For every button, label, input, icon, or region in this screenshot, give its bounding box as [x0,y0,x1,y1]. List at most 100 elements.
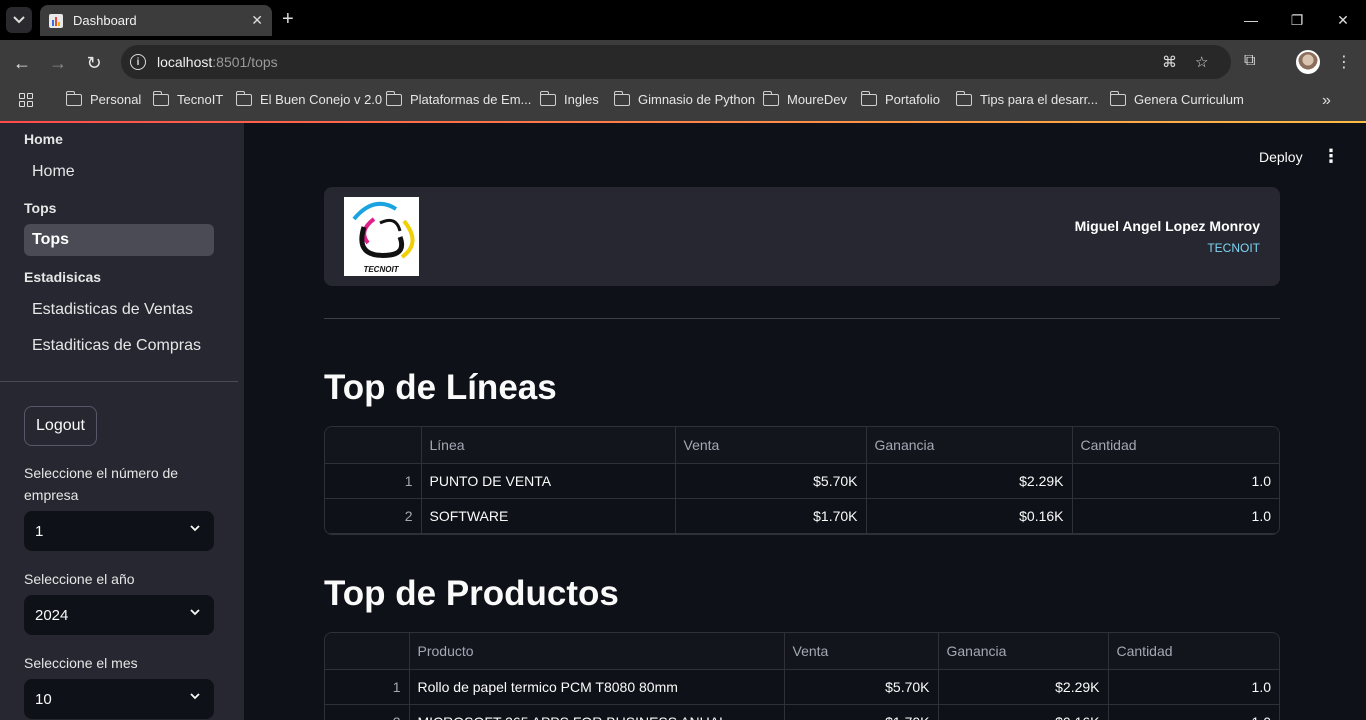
bookmark-item[interactable]: Tips para el desarr... [955,90,1098,107]
window-close-icon[interactable]: ✕ [1320,0,1366,40]
bookmarks-bar: Personal TecnoIT El Buen Conejo v 2.0 Pl… [0,85,1366,121]
column-header-cantidad[interactable]: Cantidad [1108,633,1279,670]
table-cell[interactable]: PUNTO DE VENTA [421,463,676,499]
table-row: 1 PUNTO DE VENTA $5.70K $2.29K 1.0 [325,463,1279,499]
logout-button[interactable]: Logout [24,406,97,446]
nav-section-tops: Tops [24,200,57,216]
year-select-label: Seleccione el año [24,571,135,587]
sidebar-item-estadisticas-compras[interactable]: Estaditicas de Compras [24,330,214,362]
bookmark-item[interactable]: El Buen Conejo v 2.0 [235,90,382,107]
sidebar-item-estadisticas-ventas[interactable]: Estadisticas de Ventas [24,294,214,326]
year-select[interactable]: 2024 [24,595,214,635]
table-cell[interactable]: 1.0 [1072,498,1279,534]
table-cell[interactable]: 1.0 [1072,463,1279,499]
table-cell[interactable]: $5.70K [675,463,867,499]
tecnoit-logo: TECNOIT [344,197,419,276]
column-header-index[interactable] [325,633,410,670]
table-cell[interactable]: $0.16K [866,498,1073,534]
svg-text:TECNOIT: TECNOIT [363,265,399,274]
column-header-venta[interactable]: Venta [784,633,939,670]
table-cell[interactable]: 1.0 [1108,704,1279,720]
column-header-cantidad[interactable]: Cantidad [1072,427,1279,464]
bookmark-item[interactable]: Plataformas de Em... [385,90,531,107]
bookmark-item[interactable]: Genera Curriculum [1109,90,1244,107]
table-cell[interactable]: $1.70K [675,498,867,534]
productos-title: Top de Productos [324,574,619,613]
nav-section-estadisticas: Estadisicas [24,269,102,285]
bookmark-item[interactable]: Portafolio [860,90,940,107]
sidebar: Home Home Tops Tops Estadisicas Estadist… [0,123,244,720]
column-header-index[interactable] [325,427,422,464]
chevron-down-icon [190,693,200,700]
table-cell[interactable]: $1.70K [784,704,939,720]
table-cell[interactable]: $5.70K [784,669,939,705]
restore-icon[interactable]: ❐ [1274,0,1320,40]
reload-icon[interactable]: ↻ [82,51,106,75]
bookmark-item[interactable]: Ingles [539,90,599,107]
sidebar-item-home[interactable]: Home [24,156,214,188]
forward-arrow-icon[interactable]: → [46,51,70,75]
new-tab-icon[interactable]: + [282,9,294,29]
bookmark-item[interactable]: Gimnasio de Python [613,90,755,107]
close-tab-icon[interactable]: ✕ [251,12,263,29]
tab-search-button[interactable] [6,7,32,33]
column-header-ganancia[interactable]: Ganancia [938,633,1109,670]
column-header-linea[interactable]: Línea [421,427,676,464]
browser-tab[interactable]: Dashboard ✕ [40,5,272,36]
table-row: 2 SOFTWARE $1.70K $0.16K 1.0 [325,498,1279,534]
main-content: Deploy ⋮ TECNOIT Miguel Angel Lopez Monr… [244,123,1366,720]
user-header-card: TECNOIT Miguel Angel Lopez Monroy TECNOI… [324,187,1280,286]
browser-toolbar: ← → ↻ i localhost:8501/tops ⌘ ☆ ⧉ ⋮ [0,40,1366,85]
extensions-puzzle-icon[interactable]: ⧉ [1244,52,1255,70]
url-text[interactable]: localhost:8501/tops [157,54,278,70]
folder-icon [860,90,877,106]
chevron-down-icon [190,525,200,532]
column-header-producto[interactable]: Producto [409,633,785,670]
apps-grid-icon[interactable] [19,93,33,107]
chevron-down-icon [190,609,200,616]
company-select-value: 1 [35,522,44,540]
table-cell[interactable]: 1.0 [1108,669,1279,705]
month-select[interactable]: 10 [24,679,214,719]
folder-icon [955,90,972,106]
back-arrow-icon[interactable]: ← [10,51,34,75]
company-select-label: Seleccione el número de empresa [24,465,179,503]
column-header-venta[interactable]: Venta [675,427,867,464]
folder-icon [385,90,402,106]
column-header-ganancia[interactable]: Ganancia [866,427,1073,464]
table-cell[interactable]: Rollo de papel termico PCM T8080 80mm [409,669,785,705]
bookmark-item[interactable]: MoureDev [762,90,847,107]
browser-tabbar: Dashboard ✕ + — ❐ ✕ [0,0,1366,40]
bookmark-item[interactable]: Personal [65,90,141,107]
productos-table[interactable]: Producto Venta Ganancia Cantidad 1 Rollo… [324,632,1280,720]
table-cell[interactable]: SOFTWARE [421,498,676,534]
folder-icon [613,90,630,106]
profile-avatar[interactable] [1296,50,1320,74]
company-select[interactable]: 1 [24,511,214,551]
address-bar[interactable]: i localhost:8501/tops ⌘ ☆ [121,45,1231,79]
app-menu-icon[interactable]: ⋮ [1322,146,1340,167]
minimize-icon[interactable]: — [1228,0,1274,40]
more-bookmarks-chevron-icon[interactable]: » [1322,92,1331,110]
table-header-row: Producto Venta Ganancia Cantidad [325,633,1279,670]
table-cell[interactable]: $0.16K [938,704,1109,720]
row-index: 1 [325,463,422,499]
bookmark-star-icon[interactable]: ☆ [1195,53,1208,71]
bookmark-item[interactable]: TecnoIT [152,90,223,107]
row-index: 2 [325,498,422,534]
table-cell[interactable]: $2.29K [866,463,1073,499]
row-index: 1 [325,669,410,705]
lineas-table[interactable]: Línea Venta Ganancia Cantidad 1 PUNTO DE… [324,426,1280,535]
lineas-title: Top de Líneas [324,368,557,407]
site-info-icon[interactable]: i [130,54,146,70]
table-cell[interactable]: $2.29K [938,669,1109,705]
user-name: Miguel Angel Lopez Monroy [1074,218,1260,234]
browser-menu-icon[interactable]: ⋮ [1336,52,1352,72]
table-cell[interactable]: MICROSOFT 365 APPS FOR BUSINESS ANUAL [409,704,785,720]
sidebar-item-tops[interactable]: Tops [24,224,214,256]
folder-icon [152,90,169,106]
deploy-button[interactable]: Deploy [1259,149,1303,165]
folder-icon [235,90,252,106]
table-header-row: Línea Venta Ganancia Cantidad [325,427,1279,464]
translate-icon[interactable]: ⌘ [1162,53,1177,71]
